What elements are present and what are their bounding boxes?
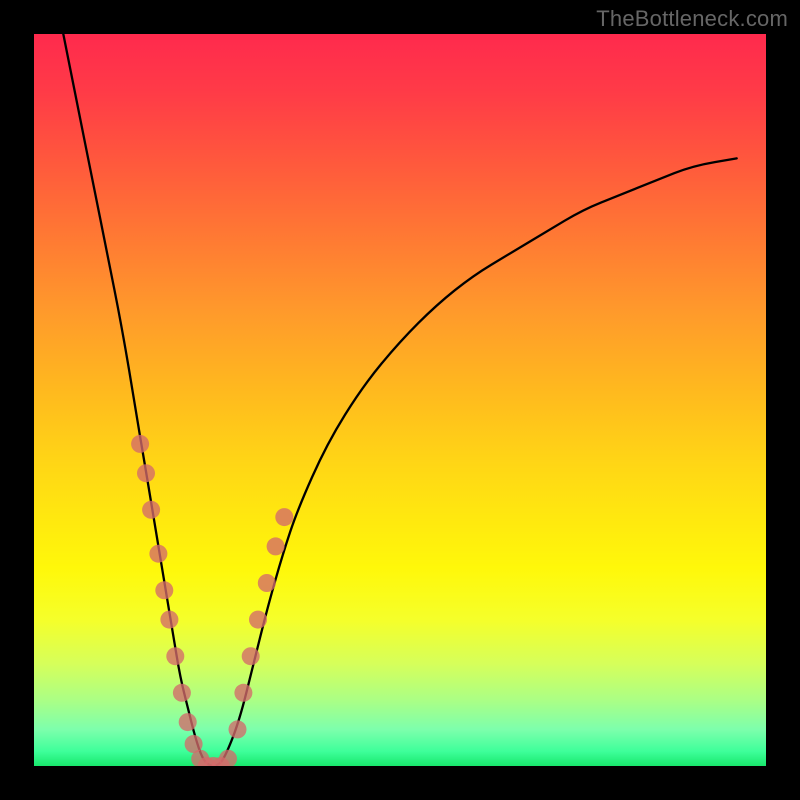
marker-dot <box>234 684 252 702</box>
marker-dot <box>249 611 267 629</box>
plot-area <box>34 34 766 766</box>
marker-dot <box>242 647 260 665</box>
watermark-label: TheBottleneck.com <box>596 6 788 32</box>
marker-dot <box>160 611 178 629</box>
chart-overlay <box>34 34 766 766</box>
marker-dot <box>258 574 276 592</box>
marker-dot <box>155 581 173 599</box>
marker-dot <box>179 713 197 731</box>
marker-dot <box>267 537 285 555</box>
marker-dot <box>142 501 160 519</box>
marker-dot <box>131 435 149 453</box>
marker-dot <box>229 720 247 738</box>
chart-frame: TheBottleneck.com <box>0 0 800 800</box>
marker-dot <box>137 464 155 482</box>
marker-dot <box>219 750 237 766</box>
marker-dot <box>173 684 191 702</box>
marker-dot <box>149 545 167 563</box>
bottleneck-curve <box>63 34 736 766</box>
marker-dot <box>166 647 184 665</box>
marker-dot <box>275 508 293 526</box>
